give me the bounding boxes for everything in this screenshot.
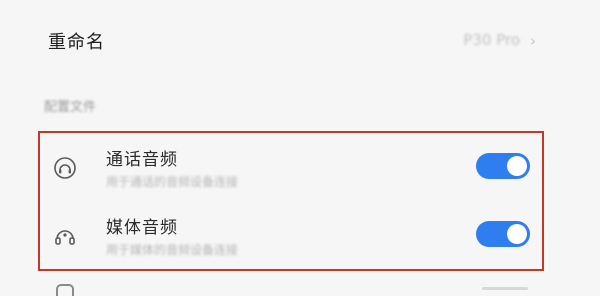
toggle-knob xyxy=(507,156,527,176)
profile-subtitle: 用于通话的音频设备连接 xyxy=(106,175,239,189)
call-audio-toggle[interactable] xyxy=(476,153,530,179)
chevron-right-icon: › xyxy=(530,32,536,50)
device-name-value: P30 Pro xyxy=(463,31,520,49)
media-audio-toggle[interactable] xyxy=(476,221,530,247)
profiles-highlight-panel: 通话音频 用于通话的音频设备连接 媒体音频 用于媒体的音频设备连接 xyxy=(38,131,544,271)
phone-headset-icon xyxy=(52,155,78,181)
rename-row[interactable]: 重命名 P30 Pro › xyxy=(0,0,600,80)
next-setting-row[interactable] xyxy=(0,274,600,296)
profile-item-call-audio[interactable]: 通话音频 用于通话的音频设备连接 xyxy=(40,137,542,203)
section-title: 配置文件 xyxy=(44,100,97,115)
headphones-icon xyxy=(52,223,78,249)
partial-icon xyxy=(56,284,74,296)
profile-title: 通话音频 xyxy=(106,150,178,170)
toggle-knob xyxy=(507,224,527,244)
rename-label: 重命名 xyxy=(48,32,105,53)
profile-title: 媒体音频 xyxy=(106,218,178,238)
profile-item-media-audio[interactable]: 媒体音频 用于媒体的音频设备连接 xyxy=(40,205,542,271)
profile-subtitle: 用于媒体的音频设备连接 xyxy=(106,243,239,257)
